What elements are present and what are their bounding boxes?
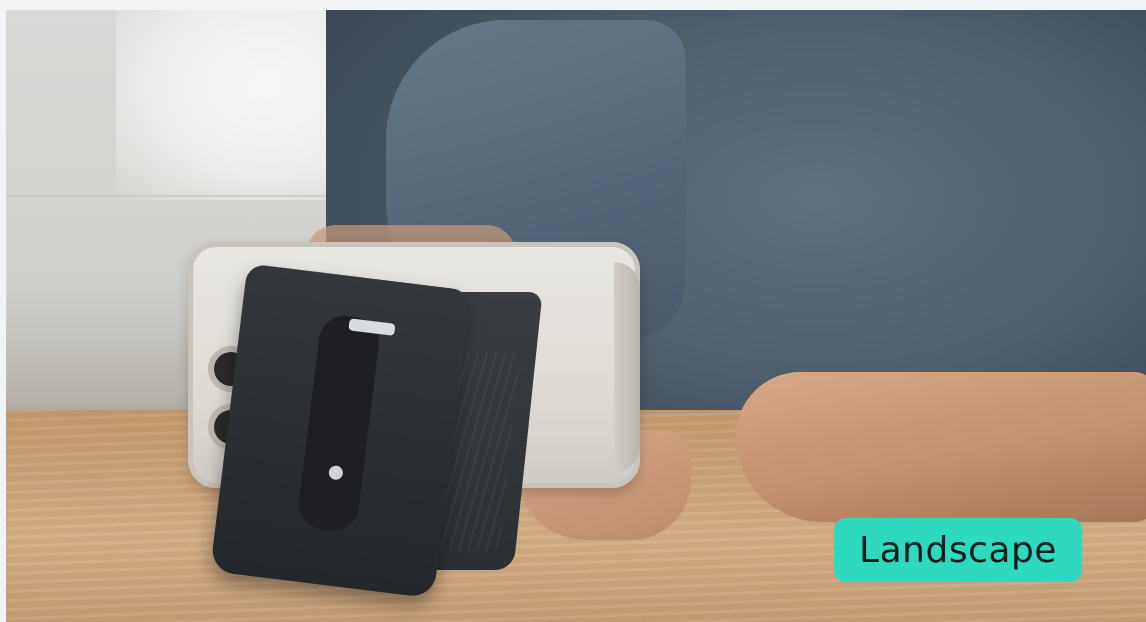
phone-edge bbox=[614, 262, 640, 472]
finger-strap bbox=[296, 312, 382, 534]
right-hand bbox=[736, 372, 1146, 522]
wallet-stand bbox=[209, 263, 472, 599]
page-frame: Landscape bbox=[0, 0, 1146, 622]
orientation-badge: Landscape bbox=[834, 518, 1082, 582]
